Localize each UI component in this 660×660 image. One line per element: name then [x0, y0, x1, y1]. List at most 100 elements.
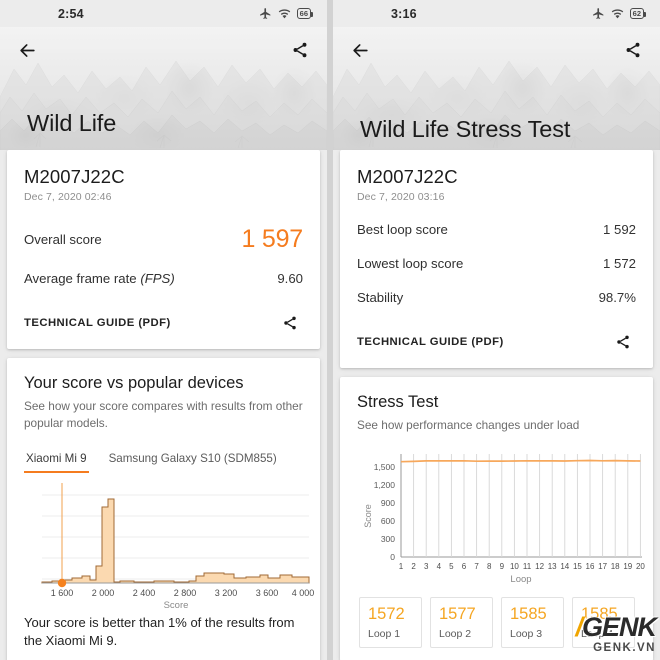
stability-label: Stability	[357, 290, 403, 305]
stress-test-card: Stress Test See how performance changes …	[340, 377, 653, 660]
stability-value: 98.7%	[599, 290, 636, 305]
svg-text:4 000: 4 000	[292, 588, 315, 598]
stress-summary-card: M2007J22C Dec 7, 2020 03:16 Best loop sc…	[340, 150, 653, 368]
back-arrow-icon[interactable]	[14, 37, 40, 63]
svg-text:10: 10	[510, 562, 519, 571]
loop-score-item[interactable]: 1572 Loop 1	[359, 597, 422, 648]
overall-score-value: 1 597	[241, 225, 303, 254]
stress-test-title: Stress Test	[357, 393, 636, 412]
technical-guide-link[interactable]: TECHNICAL GUIDE (PDF)	[24, 317, 171, 329]
run-timestamp: Dec 7, 2020 03:16	[357, 191, 636, 203]
status-time: 3:16	[391, 7, 417, 21]
svg-text:3 600: 3 600	[256, 588, 279, 598]
battery-level: 62	[633, 10, 641, 18]
loop-score-value: 1572	[364, 605, 417, 623]
page-title: Wild Life	[27, 109, 116, 138]
svg-text:2: 2	[411, 562, 416, 571]
svg-text:1,500: 1,500	[374, 462, 396, 472]
svg-text:1: 1	[399, 562, 404, 571]
tab-xiaomi-mi-9[interactable]: Xiaomi Mi 9	[24, 449, 89, 473]
svg-text:4: 4	[437, 562, 442, 571]
share-icon[interactable]	[277, 310, 303, 336]
loop-score-value: 1585	[577, 605, 630, 623]
svg-text:2 400: 2 400	[133, 588, 156, 598]
left-content-scroll[interactable]: M2007J22C Dec 7, 2020 02:46 Overall scor…	[0, 150, 327, 660]
technical-guide-row: TECHNICAL GUIDE (PDF)	[357, 329, 636, 355]
battery-icon: 62	[630, 8, 644, 19]
best-loop-score-row: Best loop score 1 592	[357, 222, 636, 237]
xaxis-label: Loop	[510, 574, 531, 585]
left-phone-screen: 2:54 66	[0, 0, 327, 660]
airplane-mode-icon	[259, 7, 272, 20]
lowest-loop-score-label: Lowest loop score	[357, 256, 463, 271]
dual-screenshot-container: 2:54 66	[0, 0, 660, 660]
back-arrow-icon[interactable]	[347, 37, 373, 63]
svg-text:7: 7	[474, 562, 479, 571]
share-icon[interactable]	[287, 37, 313, 63]
compare-devices-card: Your score vs popular devices See how yo…	[7, 358, 320, 660]
lowest-loop-score-row: Lowest loop score 1 572	[357, 256, 636, 271]
svg-text:12: 12	[535, 562, 544, 571]
histogram-xaxis-label: Score	[164, 600, 189, 611]
compare-caption: Your score is better than 1% of the resu…	[24, 614, 303, 650]
hero-actions	[0, 35, 327, 65]
overall-score-row: Overall score 1 597	[24, 225, 303, 254]
stability-row: Stability 98.7%	[357, 290, 636, 305]
wifi-icon	[611, 7, 624, 20]
share-icon[interactable]	[610, 329, 636, 355]
status-icons: 62	[592, 7, 644, 20]
svg-text:300: 300	[381, 534, 395, 544]
svg-text:1 600: 1 600	[51, 588, 74, 598]
hero-banner: Wild Life Stress Test	[333, 27, 660, 150]
best-loop-score-value: 1 592	[603, 222, 636, 237]
compare-title: Your score vs popular devices	[24, 374, 303, 393]
svg-text:3 200: 3 200	[215, 588, 238, 598]
right-content-scroll[interactable]: M2007J22C Dec 7, 2020 03:16 Best loop sc…	[333, 150, 660, 660]
airplane-mode-icon	[592, 7, 605, 20]
frame-rate-unit: (FPS)	[140, 271, 174, 286]
svg-text:17: 17	[598, 562, 607, 571]
score-distribution-chart: 1 600 2 000 2 400 2 800 3 200 3 600 4 00…	[24, 483, 303, 611]
device-name: M2007J22C	[357, 166, 636, 188]
hero-banner: Wild Life	[0, 27, 327, 150]
svg-text:3: 3	[424, 562, 429, 571]
loop-score-item[interactable]: 1585 Loop 3	[501, 597, 564, 648]
svg-text:8: 8	[487, 562, 492, 571]
loop-score-line-chart: 1,500 1,200 900 600 300 0 Score	[357, 448, 650, 588]
yaxis-label: Score	[363, 504, 373, 528]
hero-actions	[333, 35, 660, 65]
share-icon[interactable]	[620, 37, 646, 63]
technical-guide-link[interactable]: TECHNICAL GUIDE (PDF)	[357, 336, 504, 348]
svg-text:14: 14	[560, 562, 569, 571]
frame-rate-value: 9.60	[277, 271, 303, 286]
tab-samsung-galaxy-s10[interactable]: Samsung Galaxy S10 (SDM855)	[107, 449, 279, 473]
lowest-loop-score-value: 1 572	[603, 256, 636, 271]
svg-text:16: 16	[586, 562, 595, 571]
stress-test-subtitle: See how performance changes under load	[357, 417, 636, 434]
right-phone-screen: 3:16 62	[333, 0, 660, 660]
run-timestamp: Dec 7, 2020 02:46	[24, 191, 303, 203]
page-title: Wild Life Stress Test	[360, 115, 570, 144]
battery-icon: 66	[297, 8, 311, 19]
technical-guide-row: TECHNICAL GUIDE (PDF)	[24, 310, 303, 336]
loop-score-list: 1572 Loop 1 1577 Loop 2 1585 Loop 3 1585…	[357, 597, 636, 648]
svg-text:2 800: 2 800	[174, 588, 197, 598]
loop-score-label: Loop 4	[577, 628, 630, 640]
score-summary-card: M2007J22C Dec 7, 2020 02:46 Overall scor…	[7, 150, 320, 349]
loop-score-value: 1577	[435, 605, 488, 623]
device-name: M2007J22C	[24, 166, 303, 188]
loop-score-item[interactable]: 1577 Loop 2	[430, 597, 493, 648]
compare-subtitle: See how your score compares with results…	[24, 398, 303, 432]
svg-text:20: 20	[636, 562, 645, 571]
loop-score-item[interactable]: 1585 Loop 4	[572, 597, 635, 648]
frame-rate-label-text: Average frame rate	[24, 271, 140, 286]
svg-text:6: 6	[462, 562, 467, 571]
status-bar: 2:54 66	[0, 0, 327, 27]
best-loop-score-label: Best loop score	[357, 222, 448, 237]
svg-text:5: 5	[449, 562, 454, 571]
status-icons: 66	[259, 7, 311, 20]
stress-test-chart: 1,500 1,200 900 600 300 0 Score	[357, 448, 636, 588]
svg-text:11: 11	[523, 562, 532, 571]
svg-text:9: 9	[500, 562, 505, 571]
loop-score-label: Loop 1	[364, 628, 417, 640]
